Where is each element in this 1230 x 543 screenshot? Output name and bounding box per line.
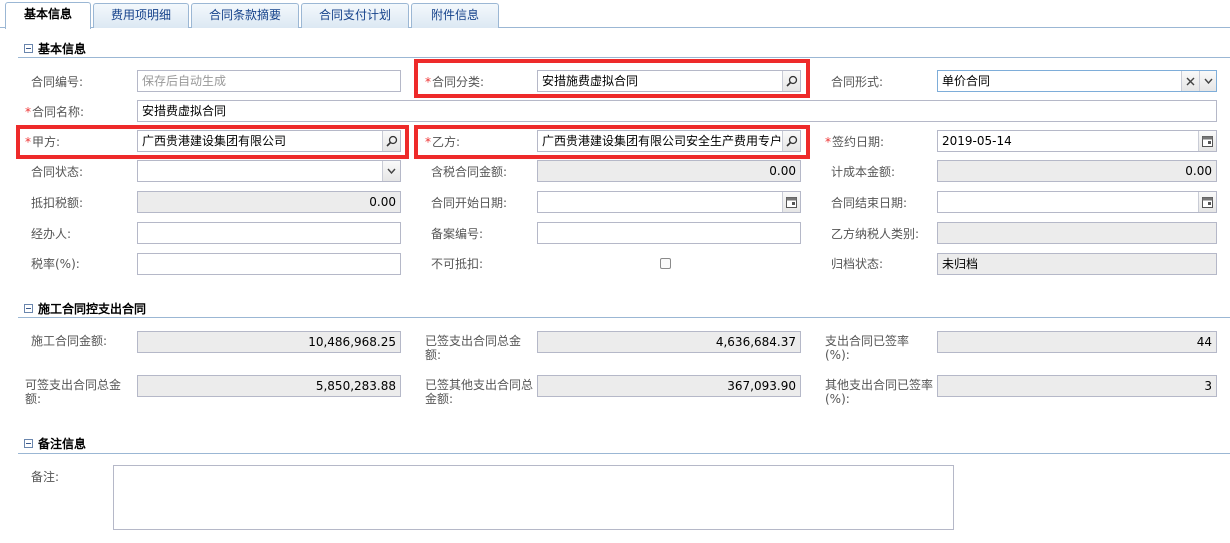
signed-total-label: 已签支出合同总金额: xyxy=(425,334,522,362)
available-total-field: 5,850,283.88 xyxy=(137,375,401,397)
search-icon[interactable] xyxy=(782,71,800,91)
signed-rate-label: 支出合同已签率(%): xyxy=(825,334,910,362)
other-signed-total-label: 已签其他支出合同总金额: xyxy=(425,378,534,406)
signed-rate-field: 44 xyxy=(937,331,1217,353)
category-field[interactable]: 安措施费虚拟合同 xyxy=(537,70,801,92)
category-label: *合同分类: xyxy=(425,75,484,89)
divider xyxy=(18,317,1230,318)
required-mark: * xyxy=(825,135,831,149)
contract-amount-field: 10,486,968.25 xyxy=(137,331,401,353)
form-select[interactable]: 单价合同 xyxy=(937,70,1217,92)
note-label: 备注: xyxy=(31,470,60,484)
record-no-label: 备案编号: xyxy=(431,227,484,241)
taxpayer-type-field xyxy=(937,222,1217,244)
contract-no-field[interactable]: 保存后自动生成 xyxy=(137,70,401,92)
tab-basic-info[interactable]: 基本信息 xyxy=(5,2,91,29)
cost-amount-label: 计成本金额: xyxy=(831,165,896,179)
status-label: 合同状态: xyxy=(31,165,84,179)
other-signed-rate-label: 其他支出合同已签率(%): xyxy=(825,378,934,406)
required-mark: * xyxy=(425,75,431,89)
search-icon[interactable] xyxy=(782,131,800,151)
sign-date-label: *签约日期: xyxy=(825,135,884,149)
end-date-field[interactable] xyxy=(937,191,1217,213)
other-signed-rate-field: 3 xyxy=(937,375,1217,397)
start-date-label: 合同开始日期: xyxy=(431,196,508,210)
section-remarks-title: 备注信息 xyxy=(38,437,87,451)
archive-label: 归档状态: xyxy=(831,257,884,271)
required-mark: * xyxy=(25,105,31,119)
handler-label: 经办人: xyxy=(31,227,72,241)
required-mark: * xyxy=(425,135,431,149)
deduct-tax-label: 抵扣税额: xyxy=(31,196,84,210)
handler-field[interactable] xyxy=(137,222,401,244)
non-deductible-checkbox[interactable] xyxy=(660,258,671,269)
collapse-icon[interactable] xyxy=(24,439,33,448)
tax-amount-field: 0.00 xyxy=(537,160,801,182)
category-value: 安措施费虚拟合同 xyxy=(542,74,639,88)
other-signed-total-field: 367,093.90 xyxy=(537,375,801,397)
party-b-value: 广西贵港建设集团有限公司安全生产费用专户 xyxy=(542,134,783,148)
calendar-icon[interactable] xyxy=(1198,131,1216,151)
calendar-icon[interactable] xyxy=(782,192,800,212)
party-b-label-text: 乙方: xyxy=(432,135,461,149)
section-remarks-header[interactable]: 备注信息 xyxy=(24,435,86,453)
tax-rate-field[interactable] xyxy=(137,253,401,275)
archive-field: 未归档 xyxy=(937,253,1217,275)
tab-attachments[interactable]: 附件信息 xyxy=(411,3,499,28)
section-construction-title: 施工合同控支出合同 xyxy=(38,302,147,316)
party-a-field[interactable]: 广西贵港建设集团有限公司 xyxy=(137,130,401,152)
tab-payment-plan[interactable]: 合同支付计划 xyxy=(301,3,409,28)
sign-date-value: 2019-05-14 xyxy=(942,134,1012,148)
calendar-icon[interactable] xyxy=(1198,192,1216,212)
start-date-field[interactable] xyxy=(537,191,801,213)
contract-name-field[interactable]: 安措费虚拟合同 xyxy=(137,100,1217,122)
tax-rate-label: 税率(%): xyxy=(31,257,80,271)
section-construction-header[interactable]: 施工合同控支出合同 xyxy=(24,300,146,318)
divider xyxy=(18,57,1230,58)
section-basic-header[interactable]: 基本信息 xyxy=(24,40,86,58)
taxpayer-type-label: 乙方纳税人类别: xyxy=(831,227,920,241)
form-value: 单价合同 xyxy=(942,74,991,88)
party-b-field[interactable]: 广西贵港建设集团有限公司安全生产费用专户 xyxy=(537,130,801,152)
signed-total-field: 4,636,684.37 xyxy=(537,331,801,353)
chevron-down-icon[interactable] xyxy=(382,161,400,181)
contract-amount-label: 施工合同金额: xyxy=(31,334,108,348)
clear-icon[interactable] xyxy=(1181,71,1199,91)
deduct-tax-field: 0.00 xyxy=(137,191,401,213)
tab-bar: 基本信息 费用项明细 合同条款摘要 合同支付计划 附件信息 xyxy=(0,0,1230,29)
status-select[interactable] xyxy=(137,160,401,182)
tab-expense-detail[interactable]: 费用项明细 xyxy=(93,3,189,28)
party-a-label-text: 甲方: xyxy=(32,135,61,149)
chevron-down-icon[interactable] xyxy=(1199,71,1216,91)
collapse-icon[interactable] xyxy=(24,304,33,313)
sign-date-label-text: 签约日期: xyxy=(832,135,885,149)
record-no-field[interactable] xyxy=(537,222,801,244)
party-a-value: 广西贵港建设集团有限公司 xyxy=(142,134,287,148)
search-icon[interactable] xyxy=(382,131,400,151)
available-total-label: 可签支出合同总金额: xyxy=(25,378,122,406)
tax-amount-label: 含税合同金额: xyxy=(431,165,508,179)
category-label-text: 合同分类: xyxy=(432,75,485,89)
section-basic-title: 基本信息 xyxy=(38,42,87,56)
collapse-icon[interactable] xyxy=(24,44,33,53)
sign-date-field[interactable]: 2019-05-14 xyxy=(937,130,1217,152)
party-b-label: *乙方: xyxy=(425,135,460,149)
contract-no-label: 合同编号: xyxy=(31,75,84,89)
form-label: 合同形式: xyxy=(831,75,884,89)
tab-contract-terms[interactable]: 合同条款摘要 xyxy=(191,3,299,28)
divider xyxy=(18,453,1230,454)
note-textarea[interactable] xyxy=(113,465,954,530)
cost-amount-field: 0.00 xyxy=(937,160,1217,182)
required-mark: * xyxy=(25,135,31,149)
end-date-label: 合同结束日期: xyxy=(831,196,908,210)
non-deductible-label: 不可抵扣: xyxy=(431,257,484,271)
party-a-label: *甲方: xyxy=(25,135,60,149)
name-label: *合同名称: xyxy=(25,105,84,119)
name-label-text: 合同名称: xyxy=(32,105,85,119)
